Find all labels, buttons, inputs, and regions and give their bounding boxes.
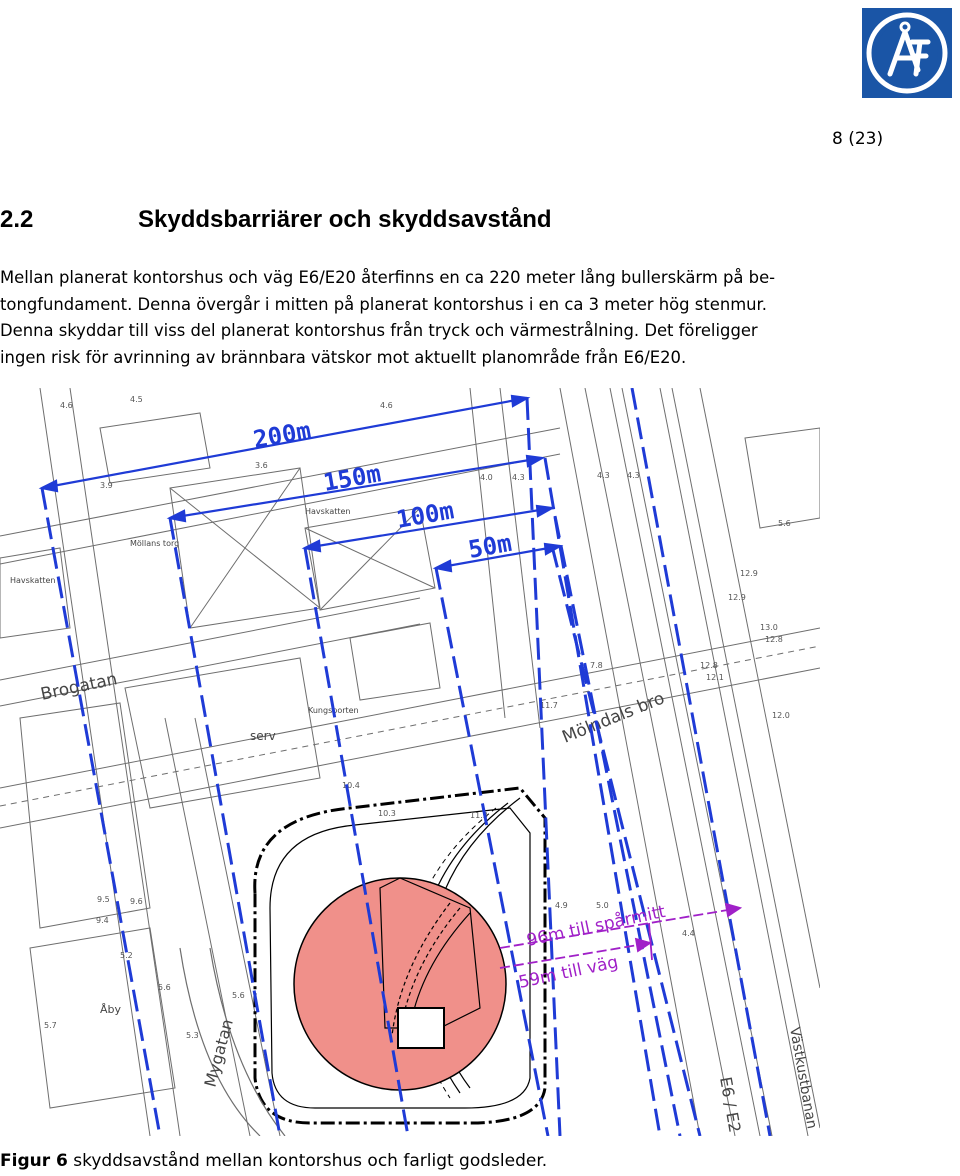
company-logo [862,8,952,98]
svg-text:4.3: 4.3 [597,471,610,480]
svg-text:5.0: 5.0 [596,901,609,910]
site-map: 4.6 4.5 4.6 3.9 3.6 4.0 4.3 4.3 4.3 12.9 12.9 13… [0,388,820,1136]
svg-text:4.6: 4.6 [60,401,73,410]
svg-text:5.6: 5.6 [232,991,245,1000]
svg-text:5.6: 5.6 [158,983,171,992]
site-box [397,1007,445,1049]
paragraph-line: tongfundament. Denna övergår i mitten på… [0,294,768,314]
svg-text:4.3: 4.3 [512,473,525,482]
planned-building-circle [293,877,507,1091]
svg-text:12.9: 12.9 [740,569,758,578]
figure-label: Figur 6 [0,1151,68,1171]
svg-text:13.0: 13.0 [760,623,778,632]
svg-text:4.0: 4.0 [480,473,493,482]
svg-text:10.3: 10.3 [378,809,396,818]
svg-text:9.6: 9.6 [130,897,143,906]
svg-text:3.9: 3.9 [100,481,113,490]
section-number: 2.2 [0,206,34,233]
figure-caption: Figur 6 skyddsavstånd mellan kontorshus … [0,1151,547,1171]
svg-text:12.8: 12.8 [700,661,718,670]
svg-text:4.5: 4.5 [130,395,143,404]
section-heading: 2.2 Skyddsbarriärer och skyddsavstånd [0,206,552,234]
svg-text:4.9: 4.9 [555,901,568,910]
svg-text:9.5: 9.5 [97,895,110,904]
svg-text:5.6: 5.6 [778,519,791,528]
svg-text:12.1: 12.1 [706,673,724,682]
svg-text:3.6: 3.6 [255,461,268,470]
page-number: 8 (23) [832,129,884,149]
svg-text:4.4: 4.4 [682,929,695,938]
map-label: Möllans torg [130,539,179,548]
svg-text:4.3: 4.3 [627,471,640,480]
svg-text:5.7: 5.7 [44,1021,57,1030]
svg-text:4.6: 4.6 [380,401,393,410]
map-label: Åby [100,1003,122,1016]
section-title: Skyddsbarriärer och skyddsavstånd [138,206,552,233]
svg-text:5.3: 5.3 [186,1031,199,1040]
svg-text:12.8: 12.8 [765,635,783,644]
map-label: Havskatten [305,507,350,516]
svg-text:11.7: 11.7 [540,701,558,710]
map-label: Havskatten [10,576,55,585]
paragraph-line: Denna skyddar till viss del planerat kon… [0,321,758,340]
svg-text:7.8: 7.8 [590,661,603,670]
paragraph-line: Mellan planerat kontorshus och väg E6/E2… [0,268,776,287]
body-paragraph: Mellan planerat kontorshus och väg E6/E2… [0,265,960,371]
map-label: serv [250,729,276,743]
svg-text:12.0: 12.0 [772,711,790,720]
caption-text: skyddsavstånd mellan kontorshus och farl… [67,1151,548,1171]
svg-text:9.4: 9.4 [96,916,109,925]
svg-text:12.9: 12.9 [728,593,746,602]
svg-text:10.4: 10.4 [342,781,360,790]
paragraph-line: ingen risk för avrinning av brännbara vä… [0,347,687,367]
